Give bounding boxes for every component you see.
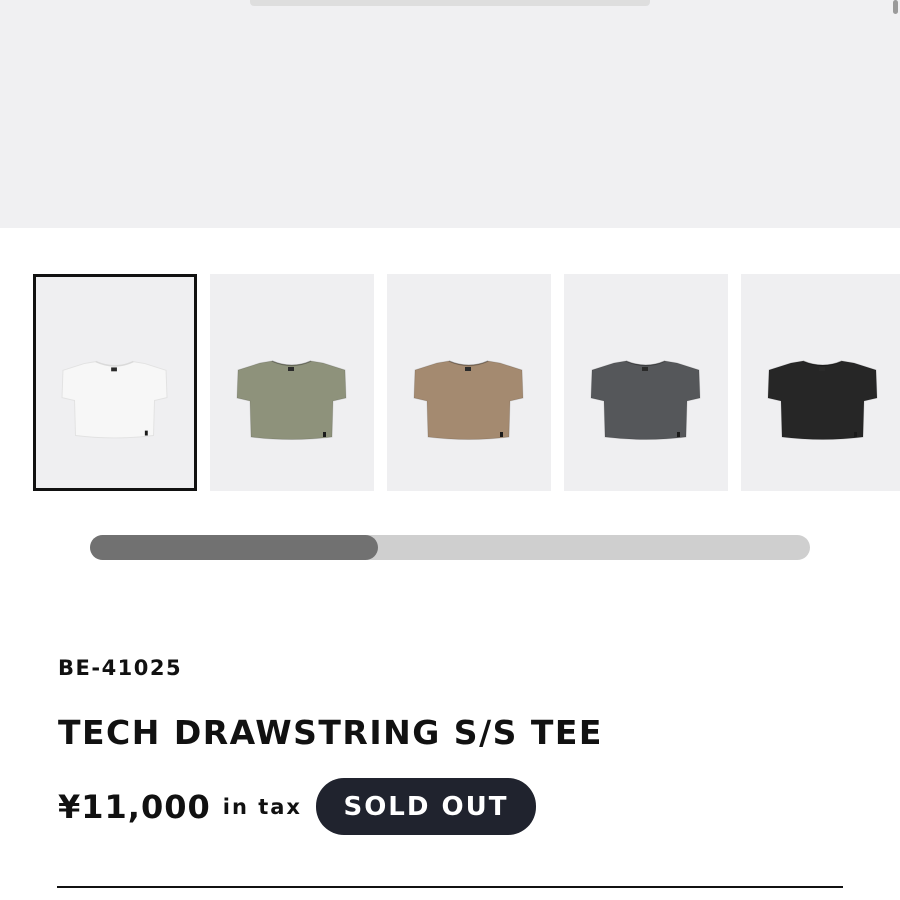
product-page: BE-41025 TECH DRAWSTRING S/S TEE ¥11,000… [0, 0, 900, 900]
tshirt-icon [590, 360, 701, 440]
tshirt-icon [413, 360, 524, 440]
thumbnail-1[interactable] [33, 274, 197, 491]
section-divider [57, 886, 843, 888]
shirt-hem-image [250, 0, 650, 6]
neck-tag [642, 367, 648, 371]
tshirt-body [590, 360, 701, 440]
tax-label: in tax [222, 794, 302, 819]
hem-logo [500, 432, 503, 437]
tshirt-body [413, 360, 524, 440]
tshirt-icon [236, 360, 347, 440]
tshirt-icon [767, 360, 878, 440]
tshirt-icon [61, 360, 168, 439]
gallery-scrollbar-thumb[interactable] [90, 535, 378, 560]
thumbnail-3[interactable] [387, 274, 551, 491]
main-product-image[interactable] [0, 0, 900, 228]
neck-tag [288, 367, 294, 371]
neck-tag [465, 367, 471, 371]
hem-logo [144, 430, 148, 436]
neck-tag [111, 367, 117, 372]
sold-out-badge: SOLD OUT [315, 778, 536, 835]
thumbnail-2[interactable] [210, 274, 374, 491]
page-scroll-indicator[interactable] [893, 0, 898, 14]
hem-logo [323, 432, 326, 437]
neck-tag [819, 367, 825, 371]
tshirt-body [767, 360, 878, 440]
hem-logo [677, 432, 680, 437]
sold-out-label: SOLD OUT [343, 791, 509, 822]
gallery-scrollbar[interactable] [90, 535, 810, 560]
thumbnail-4[interactable] [564, 274, 728, 491]
product-price: ¥11,000 [58, 787, 211, 826]
product-title: TECH DRAWSTRING S/S TEE [58, 713, 603, 752]
thumbnail-strip [33, 274, 900, 492]
price-row: ¥11,000 in tax SOLD OUT [58, 778, 536, 835]
hem-logo [854, 432, 857, 437]
tshirt-body [236, 360, 347, 440]
tshirt-body [61, 361, 168, 439]
product-sku: BE-41025 [58, 656, 183, 680]
thumbnail-5[interactable] [741, 274, 900, 491]
